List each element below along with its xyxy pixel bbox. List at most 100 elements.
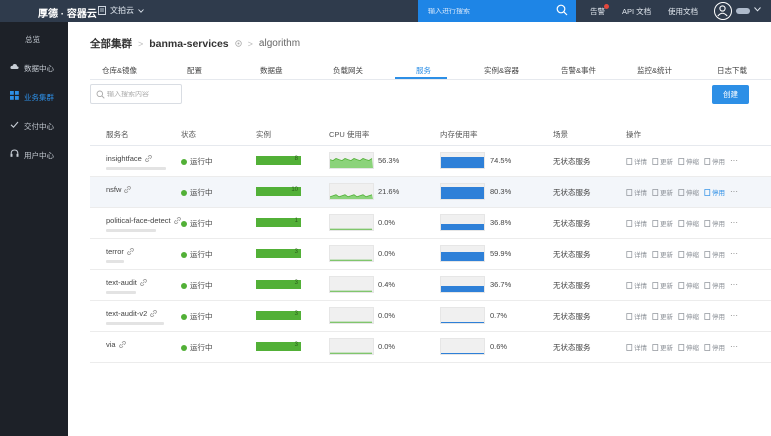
service-name[interactable]: text-audit — [106, 278, 147, 287]
project-switcher[interactable]: 文拍云 — [98, 5, 144, 16]
detail-button[interactable]: 详情 — [626, 218, 647, 228]
table-row[interactable]: via 运行中 3 0.0% 0.6% 无状态服务 详情 更新 伸缩 停用 ··· — [90, 332, 771, 363]
service-name-label[interactable]: text-audit-v2 — [106, 309, 147, 318]
service-name[interactable]: insightface — [106, 154, 152, 163]
scale-button[interactable]: 伸缩 — [678, 249, 699, 259]
service-name-label[interactable]: nsfw — [106, 185, 121, 194]
alerts-link[interactable]: 告警 — [590, 4, 609, 17]
table-row[interactable]: insightface 运行中 8 56.3% 74.5% 无状态服务 详情 更新 伸缩 停用 ··… — [90, 146, 771, 177]
create-button[interactable]: 创建 — [712, 85, 749, 104]
stop-button[interactable]: 停用 — [704, 218, 725, 228]
tab-registry[interactable]: 仓库&镜像 — [102, 65, 137, 76]
sidebar-item-overview[interactable]: 总览 — [0, 28, 68, 48]
stop-button[interactable]: 停用 — [704, 280, 725, 290]
stop-button[interactable]: 停用 — [704, 187, 725, 197]
update-button[interactable]: 更新 — [652, 218, 673, 228]
stop-button[interactable]: 停用 — [704, 156, 725, 166]
table-row[interactable]: terror 运行中 3 0.0% 59.9% 无状态服务 详情 更新 伸缩 停用 ··· — [90, 239, 771, 270]
update-button[interactable]: 更新 — [652, 280, 673, 290]
service-filter-input[interactable] — [107, 90, 177, 98]
user-docs-link[interactable]: 使用文档 — [668, 6, 698, 17]
update-button[interactable]: 更新 — [652, 187, 673, 197]
tab-volumes[interactable]: 数据盘 — [260, 65, 283, 76]
sidebar-item-clusters[interactable]: 业务集群 — [0, 86, 68, 106]
link-icon[interactable] — [118, 341, 126, 348]
link-icon[interactable] — [124, 186, 132, 193]
instance-count-bar[interactable]: 8 — [256, 156, 301, 165]
service-name[interactable]: text-audit-v2 — [106, 309, 158, 318]
service-name[interactable]: nsfw — [106, 185, 132, 194]
stop-button[interactable]: 停用 — [704, 342, 725, 352]
link-icon[interactable] — [127, 248, 134, 255]
sidebar-item-users[interactable]: 用户中心 — [0, 144, 68, 164]
update-button[interactable]: 更新 — [652, 311, 673, 321]
user-avatar-icon[interactable] — [714, 2, 732, 20]
service-name-label[interactable]: via — [106, 340, 116, 349]
detail-button[interactable]: 详情 — [626, 311, 647, 321]
tab-config[interactable]: 配置 — [187, 65, 202, 76]
tab-services[interactable]: 服务 — [416, 65, 431, 76]
global-search[interactable] — [418, 0, 576, 22]
tab-instances[interactable]: 实例&容器 — [484, 65, 519, 76]
stop-button[interactable]: 停用 — [704, 311, 725, 321]
link-icon[interactable] — [144, 155, 152, 162]
detail-button[interactable]: 详情 — [626, 280, 647, 290]
breadcrumb-cluster[interactable]: banma-services — [149, 38, 228, 50]
more-actions-button[interactable]: ··· — [730, 280, 738, 290]
table-row[interactable]: political-face-detect 运行中 1 0.0% 36.8% 无状态服务 详… — [90, 208, 771, 239]
more-actions-button[interactable]: ··· — [730, 311, 738, 321]
table-row[interactable]: nsfw 运行中 10 21.6% 80.3% 无状态服务 详情 更新 伸缩 停用 ··· — [90, 177, 771, 208]
user-menu-chevron-icon[interactable] — [754, 7, 761, 12]
instance-count-bar[interactable]: 3 — [256, 280, 301, 289]
more-actions-button[interactable]: ··· — [730, 342, 738, 352]
tab-gateway[interactable]: 负载网关 — [333, 65, 363, 76]
service-name[interactable]: via — [106, 340, 126, 349]
link-icon[interactable] — [150, 310, 158, 317]
link-icon[interactable] — [173, 217, 181, 224]
scale-button[interactable]: 伸缩 — [678, 218, 699, 228]
breadcrumb-namespace[interactable]: algorithm — [259, 38, 300, 49]
search-icon[interactable] — [556, 4, 568, 16]
tab-monitoring[interactable]: 监控&统计 — [637, 65, 672, 76]
update-button[interactable]: 更新 — [652, 249, 673, 259]
service-name-label[interactable]: text-audit — [106, 278, 137, 287]
service-name[interactable]: terror — [106, 247, 134, 256]
settings-icon[interactable] — [234, 40, 242, 47]
service-name-label[interactable]: terror — [106, 247, 124, 256]
instance-count-bar[interactable]: 10 — [256, 187, 301, 196]
stop-button[interactable]: 停用 — [704, 249, 725, 259]
service-name-label[interactable]: political-face-detect — [106, 216, 171, 225]
global-search-input[interactable] — [428, 7, 553, 15]
link-icon[interactable] — [139, 279, 147, 286]
update-button[interactable]: 更新 — [652, 342, 673, 352]
detail-button[interactable]: 详情 — [626, 187, 647, 197]
scale-button[interactable]: 伸缩 — [678, 280, 699, 290]
more-actions-button[interactable]: ··· — [730, 218, 738, 228]
scale-button[interactable]: 伸缩 — [678, 342, 699, 352]
tab-alerts-events[interactable]: 告警&事件 — [561, 65, 596, 76]
update-button[interactable]: 更新 — [652, 156, 673, 166]
more-actions-button[interactable]: ··· — [730, 156, 738, 166]
table-row[interactable]: text-audit-v2 运行中 3 0.0% 0.7% 无状态服务 详情 更新 伸缩 停用 ··… — [90, 301, 771, 332]
service-name[interactable]: political-face-detect — [106, 216, 181, 225]
sidebar-item-delivery[interactable]: 交付中心 — [0, 115, 68, 135]
detail-button[interactable]: 详情 — [626, 342, 647, 352]
instance-count-bar[interactable]: 3 — [256, 311, 301, 320]
detail-button[interactable]: 详情 — [626, 249, 647, 259]
scale-button[interactable]: 伸缩 — [678, 311, 699, 321]
more-actions-button[interactable]: ··· — [730, 187, 738, 197]
detail-button[interactable]: 详情 — [626, 156, 647, 166]
scale-button[interactable]: 伸缩 — [678, 187, 699, 197]
service-name-label[interactable]: insightface — [106, 154, 142, 163]
table-row[interactable]: text-audit 运行中 3 0.4% 36.7% 无状态服务 详情 更新 伸缩 停用 ··· — [90, 270, 771, 301]
instance-count-bar[interactable]: 3 — [256, 249, 301, 258]
user-name-redacted[interactable] — [736, 8, 750, 14]
instance-count-bar[interactable]: 3 — [256, 342, 301, 351]
brand-logo[interactable]: 厚德 · 容器云 — [38, 5, 97, 20]
tab-log-download[interactable]: 日志下载 — [717, 65, 747, 76]
scale-button[interactable]: 伸缩 — [678, 156, 699, 166]
more-actions-button[interactable]: ··· — [730, 249, 738, 259]
instance-count-bar[interactable]: 1 — [256, 218, 301, 227]
service-filter[interactable] — [90, 84, 182, 104]
sidebar-item-datacenter[interactable]: 数据中心 — [0, 57, 68, 77]
